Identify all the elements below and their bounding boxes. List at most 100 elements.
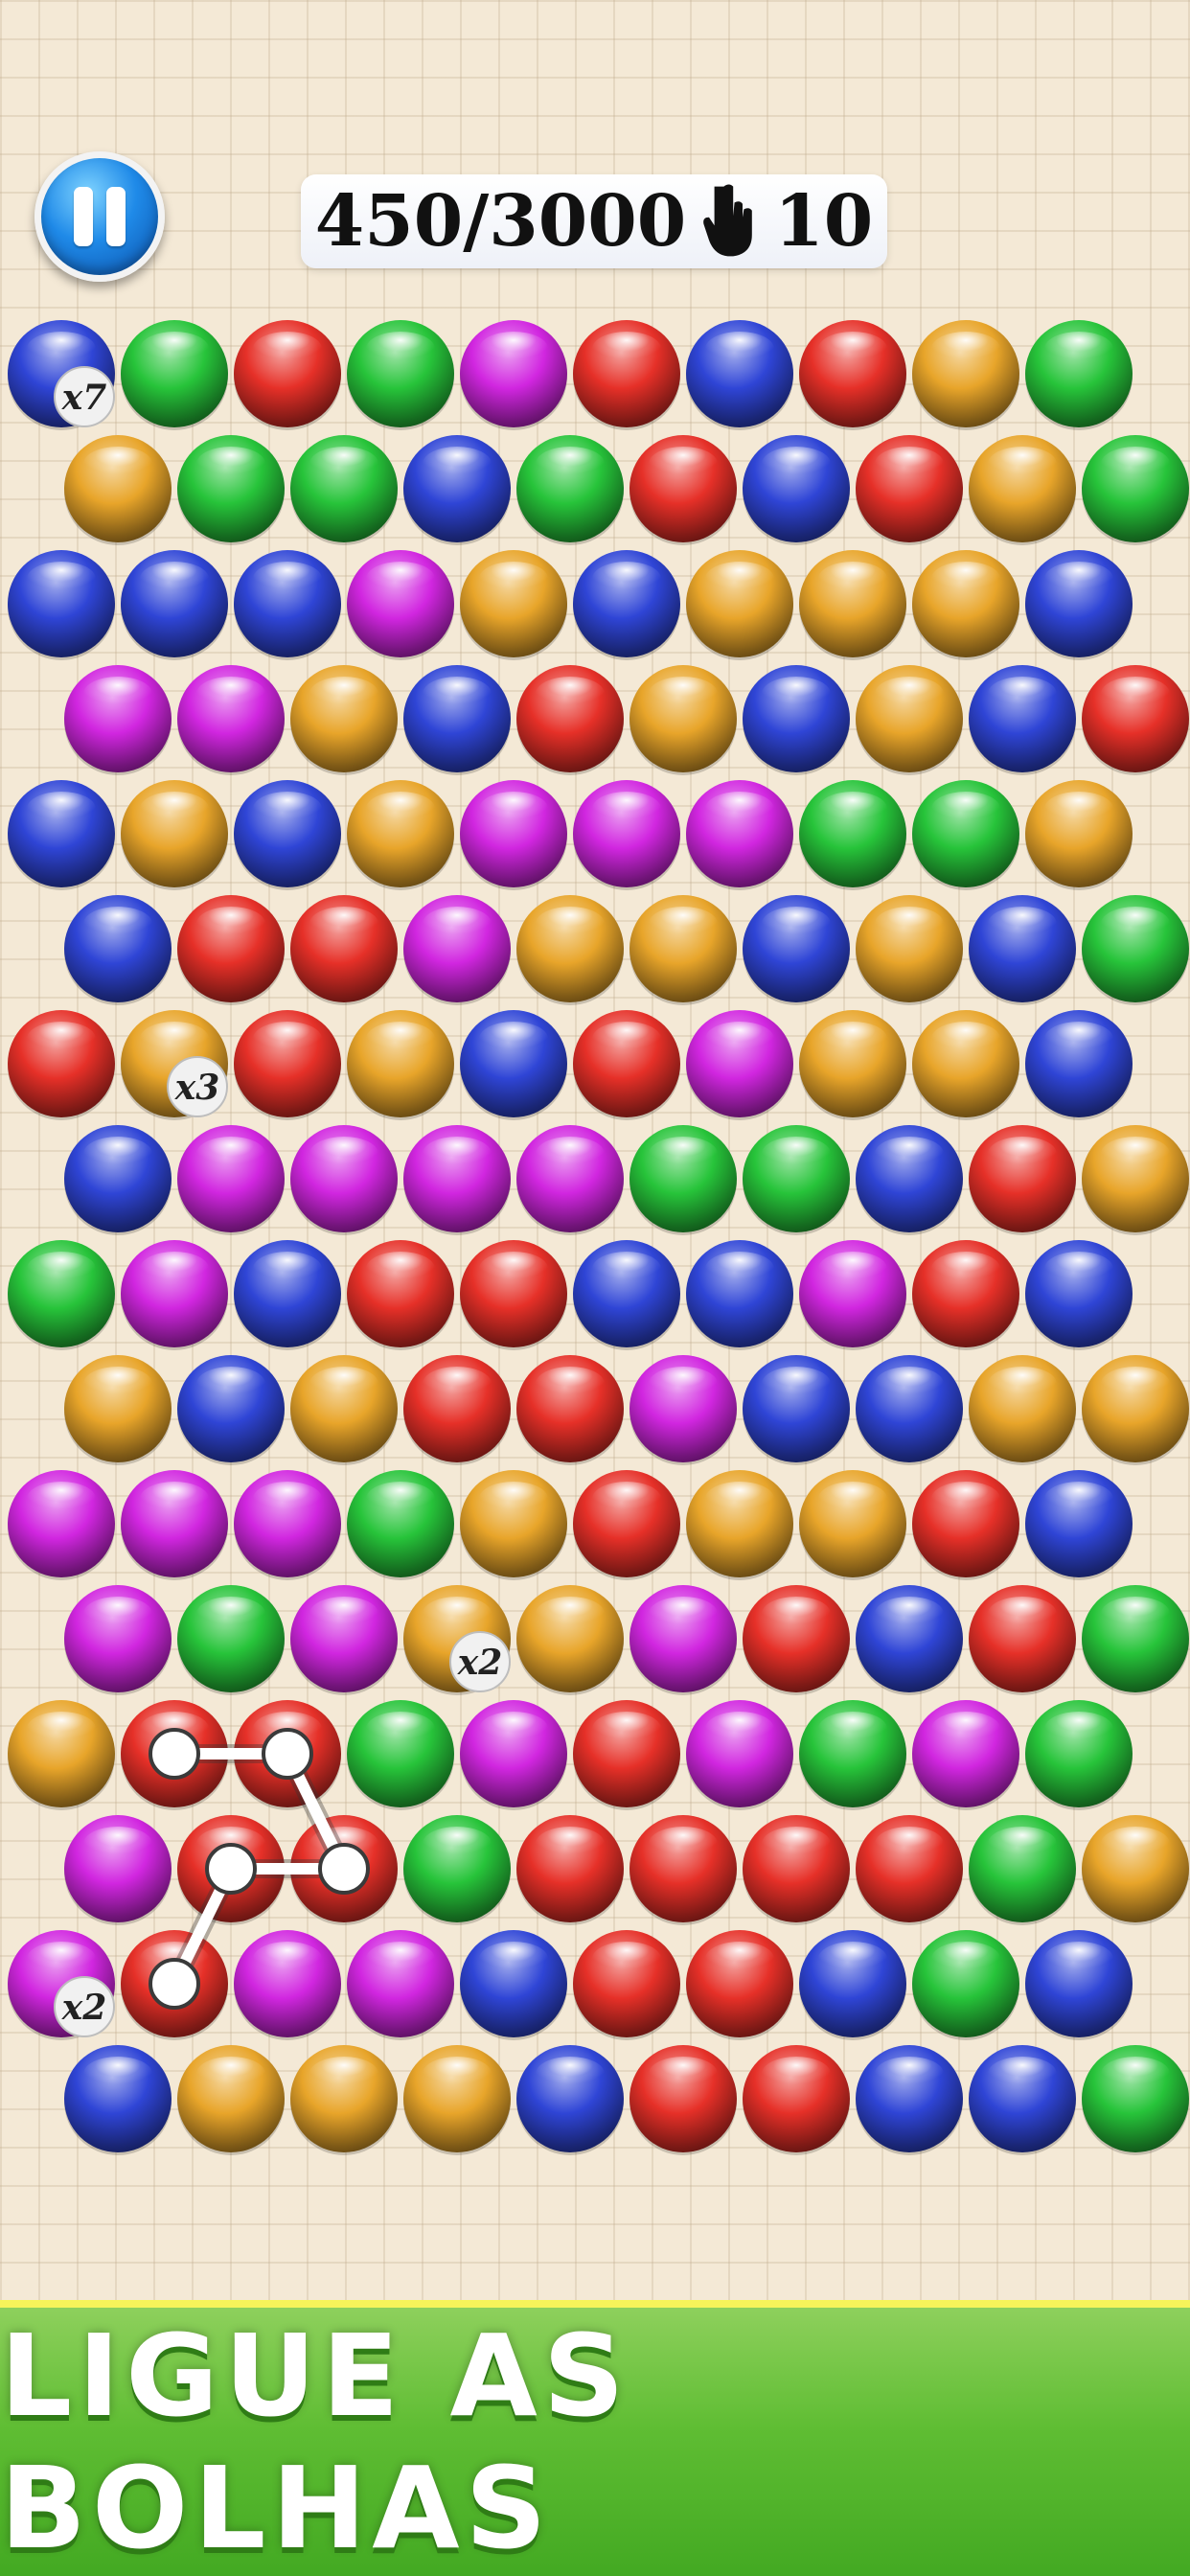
red-bubble[interactable]	[1082, 665, 1189, 775]
magenta-bubble[interactable]	[460, 1700, 567, 1810]
blue-bubble[interactable]	[856, 1585, 963, 1695]
green-bubble[interactable]	[743, 1125, 850, 1235]
magenta-bubble[interactable]	[177, 665, 285, 775]
green-bubble[interactable]	[969, 1815, 1076, 1925]
blue-bubble[interactable]	[8, 550, 115, 660]
orange-bubble[interactable]	[856, 665, 963, 775]
green-bubble[interactable]	[403, 1815, 511, 1925]
blue-bubble[interactable]	[856, 1125, 963, 1235]
red-bubble[interactable]	[8, 1010, 115, 1120]
red-bubble[interactable]	[629, 435, 737, 545]
orange-bubble[interactable]	[1025, 780, 1133, 890]
green-bubble[interactable]	[347, 1700, 454, 1810]
orange-bubble[interactable]	[290, 2045, 398, 2155]
magenta-bubble[interactable]	[64, 1815, 172, 1925]
green-bubble[interactable]	[1025, 1700, 1133, 1810]
magenta-bubble[interactable]	[799, 1240, 906, 1350]
magenta-bubble[interactable]	[290, 1585, 398, 1695]
blue-bubble[interactable]	[234, 550, 341, 660]
orange-bubble[interactable]	[686, 1470, 793, 1580]
blue-bubble[interactable]	[743, 665, 850, 775]
orange-bubble[interactable]	[177, 2045, 285, 2155]
red-bubble[interactable]	[516, 665, 624, 775]
red-bubble[interactable]	[573, 1700, 680, 1810]
red-bubble[interactable]	[177, 895, 285, 1005]
green-bubble[interactable]	[1082, 895, 1189, 1005]
green-bubble[interactable]	[290, 435, 398, 545]
magenta-bubble[interactable]	[460, 320, 567, 430]
red-bubble[interactable]	[629, 1815, 737, 1925]
red-bubble[interactable]	[912, 1470, 1019, 1580]
blue-bubble[interactable]	[1025, 1930, 1133, 2040]
orange-bubble[interactable]	[290, 665, 398, 775]
green-bubble[interactable]	[629, 1125, 737, 1235]
magenta-bubble[interactable]	[460, 780, 567, 890]
red-bubble[interactable]	[290, 895, 398, 1005]
blue-bubble[interactable]	[516, 2045, 624, 2155]
magenta-bubble[interactable]	[686, 1010, 793, 1120]
magenta-bubble[interactable]	[64, 665, 172, 775]
orange-bubble[interactable]	[912, 1010, 1019, 1120]
red-bubble[interactable]	[743, 1585, 850, 1695]
red-bubble[interactable]	[856, 435, 963, 545]
green-bubble[interactable]	[347, 1470, 454, 1580]
orange-bubble[interactable]	[799, 550, 906, 660]
orange-bubble[interactable]	[516, 895, 624, 1005]
red-bubble[interactable]	[799, 320, 906, 430]
green-bubble[interactable]	[177, 1585, 285, 1695]
magenta-bubble[interactable]	[121, 1470, 228, 1580]
green-bubble[interactable]	[1025, 320, 1133, 430]
red-bubble[interactable]	[686, 1930, 793, 2040]
magenta-bubble[interactable]	[686, 1700, 793, 1810]
blue-bubble[interactable]	[969, 895, 1076, 1005]
blue-bubble[interactable]	[64, 1125, 172, 1235]
blue-bubble[interactable]	[743, 1355, 850, 1465]
green-bubble[interactable]	[799, 1700, 906, 1810]
orange-bubble[interactable]	[912, 320, 1019, 430]
red-bubble[interactable]	[234, 1010, 341, 1120]
orange-bubble[interactable]	[856, 895, 963, 1005]
blue-bubble[interactable]	[573, 550, 680, 660]
red-bubble[interactable]	[856, 1815, 963, 1925]
magenta-bubble[interactable]	[912, 1700, 1019, 1810]
blue-bubble[interactable]	[64, 2045, 172, 2155]
blue-bubble[interactable]	[121, 550, 228, 660]
red-bubble[interactable]	[347, 1240, 454, 1350]
orange-bubble[interactable]	[121, 780, 228, 890]
blue-bubble[interactable]	[177, 1355, 285, 1465]
blue-bubble[interactable]	[856, 2045, 963, 2155]
orange-bubble[interactable]	[8, 1700, 115, 1810]
red-bubble[interactable]	[969, 1125, 1076, 1235]
orange-bubble[interactable]	[290, 1355, 398, 1465]
red-bubble[interactable]	[573, 1470, 680, 1580]
orange-bubble[interactable]	[799, 1470, 906, 1580]
red-bubble[interactable]	[743, 1815, 850, 1925]
red-bubble[interactable]	[912, 1240, 1019, 1350]
blue-bubble[interactable]	[403, 665, 511, 775]
magenta-bubble[interactable]	[290, 1125, 398, 1235]
bubble-board[interactable]: x7 x3 x2 x2	[0, 0, 1190, 2300]
magenta-bubble[interactable]	[8, 1470, 115, 1580]
magenta-bubble[interactable]	[347, 1930, 454, 2040]
blue-bubble[interactable]	[799, 1930, 906, 2040]
magenta-bubble[interactable]	[516, 1125, 624, 1235]
green-bubble[interactable]	[516, 435, 624, 545]
magenta-bubble[interactable]	[64, 1585, 172, 1695]
red-bubble[interactable]	[573, 1930, 680, 2040]
blue-bubble[interactable]	[1025, 1470, 1133, 1580]
blue-bubble[interactable]	[1025, 1240, 1133, 1350]
blue-bubble[interactable]	[969, 665, 1076, 775]
orange-bubble[interactable]	[799, 1010, 906, 1120]
blue-bubble[interactable]	[234, 1240, 341, 1350]
blue-bubble[interactable]	[743, 895, 850, 1005]
green-bubble[interactable]	[347, 320, 454, 430]
orange-bubble[interactable]	[912, 550, 1019, 660]
magenta-bubble[interactable]	[347, 550, 454, 660]
orange-bubble[interactable]	[64, 1355, 172, 1465]
green-bubble[interactable]	[8, 1240, 115, 1350]
magenta-bubble[interactable]	[629, 1585, 737, 1695]
red-bubble[interactable]	[460, 1240, 567, 1350]
orange-bubble[interactable]	[460, 1470, 567, 1580]
red-bubble[interactable]	[969, 1585, 1076, 1695]
orange-bubble[interactable]	[347, 780, 454, 890]
